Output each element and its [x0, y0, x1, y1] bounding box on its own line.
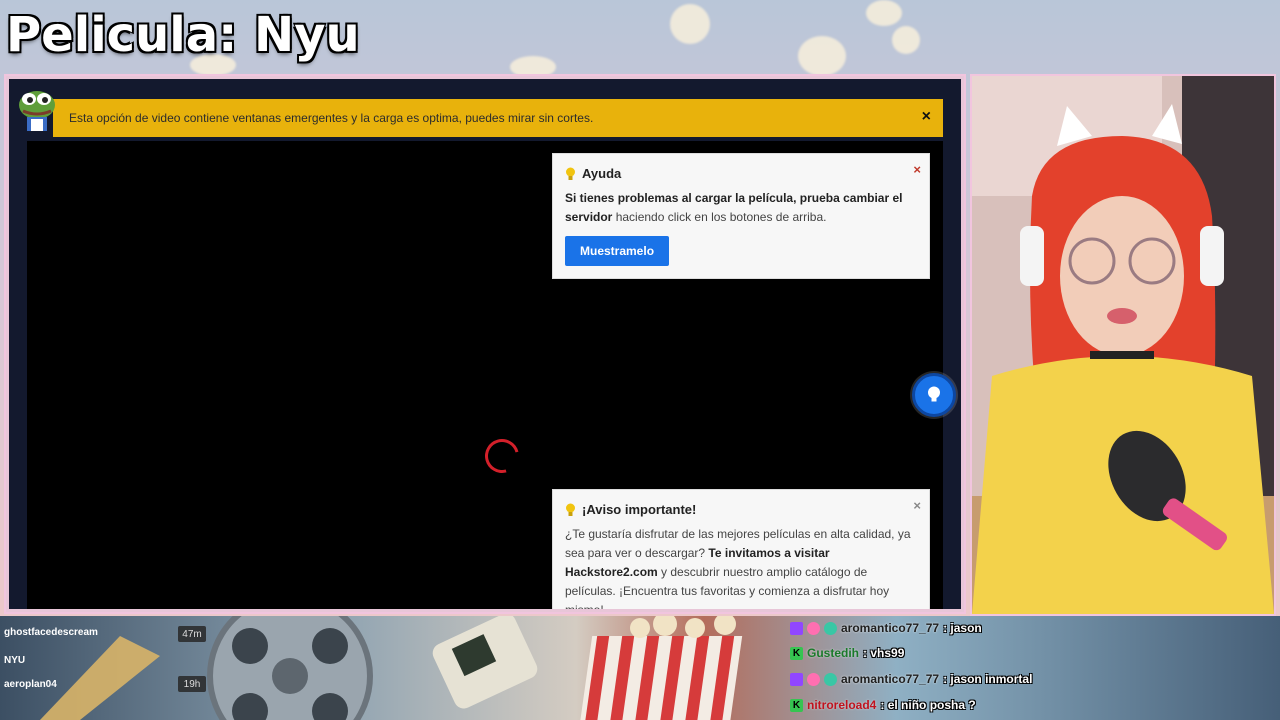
- webcam-feed: [970, 74, 1276, 616]
- help-popup-close-button[interactable]: ×: [913, 162, 921, 177]
- notice-bar-text: Esta opción de video contiene ventanas e…: [69, 111, 594, 125]
- notice-close-button[interactable]: ×: [922, 108, 931, 126]
- chat-left-user: aeroplan04: [4, 678, 57, 690]
- chat-message: aromantico77_77 : jason inmortal: [790, 667, 1032, 691]
- streamer-webcam-image: [972, 76, 1274, 614]
- chat-left-row: ghostfacedescream: [4, 622, 98, 642]
- chat-username: aromantico77_77: [841, 672, 940, 686]
- movie-page: Esta opción de video contiene ventanas e…: [9, 79, 961, 609]
- chat-left-time: 19h: [178, 676, 206, 692]
- notice-popup-close-button[interactable]: ×: [913, 498, 921, 513]
- chat-text: : el niño posha ?: [880, 698, 976, 712]
- help-popup-text-rest: haciendo click en los botones de arriba.: [612, 210, 827, 224]
- chat-message: K Gustedih : vhs99: [790, 641, 904, 665]
- bokeh-light: [798, 36, 846, 76]
- chat-text: : vhs99: [863, 646, 905, 660]
- bokeh-light: [866, 0, 902, 26]
- kick-badge-icon: K: [790, 646, 803, 660]
- kick-badge-icon: K: [790, 698, 803, 712]
- chat-left-user: ghostfacedescream: [4, 626, 98, 638]
- vip-badge-icon: [824, 672, 837, 686]
- popup-notice-bar: Esta opción de video contiene ventanas e…: [53, 99, 943, 137]
- help-popup: Ayuda × Si tienes problemas al cargar la…: [552, 153, 930, 279]
- chat-text: : jason inmortal: [943, 672, 1033, 686]
- chat-overlay-left: ghostfacedescream 47m NYU aeroplan04 19h: [0, 616, 240, 720]
- chat-username: Gustedih: [807, 646, 860, 660]
- loading-spinner-icon: [478, 432, 526, 480]
- show-me-button[interactable]: Muestramelo: [565, 236, 670, 266]
- vip-badge-icon: [824, 621, 837, 635]
- bokeh-light: [670, 4, 710, 44]
- chat-left-time: 47m: [178, 626, 206, 642]
- lightbulb-icon: [928, 386, 940, 402]
- floating-help-button[interactable]: [912, 373, 956, 417]
- subscriber-badge-icon: [790, 672, 803, 686]
- help-popup-title: Ayuda: [582, 166, 622, 181]
- bokeh-light: [892, 26, 920, 54]
- important-notice-popup: ¡Aviso importante! × ¿Te gustaría disfru…: [552, 489, 930, 609]
- heart-badge-icon: [807, 621, 820, 635]
- stream-title: Pelicula: Nyu: [6, 7, 360, 63]
- chat-left-row: aeroplan04: [4, 674, 57, 694]
- chat-message: aromantico77_77 : jason: [790, 616, 982, 640]
- chat-username: aromantico77_77: [841, 621, 940, 635]
- chat-left-user: NYU: [4, 654, 26, 666]
- chat-text: : jason: [943, 621, 982, 635]
- chat-username: nitroreload4: [807, 698, 877, 712]
- lightbulb-icon: [566, 167, 575, 180]
- help-popup-header: Ayuda: [565, 166, 917, 181]
- notice-popup-header: ¡Aviso importante!: [565, 502, 917, 517]
- chat-left-row: NYU: [4, 650, 25, 670]
- help-popup-text: Si tienes problemas al cargar la películ…: [565, 189, 917, 227]
- pepe-frog-icon: [19, 91, 55, 131]
- lightbulb-icon: [566, 503, 575, 516]
- heart-badge-icon: [807, 672, 820, 686]
- browser-capture: Esta opción de video contiene ventanas e…: [4, 74, 966, 614]
- chat-message: K nitroreload4 : el niño posha ?: [790, 693, 976, 717]
- subscriber-badge-icon: [790, 621, 803, 635]
- notice-popup-title: ¡Aviso importante!: [582, 502, 697, 517]
- chat-overlay-right: aromantico77_77 : jason K Gustedih : vhs…: [790, 616, 1280, 720]
- notice-popup-text: ¿Te gustaría disfrutar de las mejores pe…: [565, 525, 917, 609]
